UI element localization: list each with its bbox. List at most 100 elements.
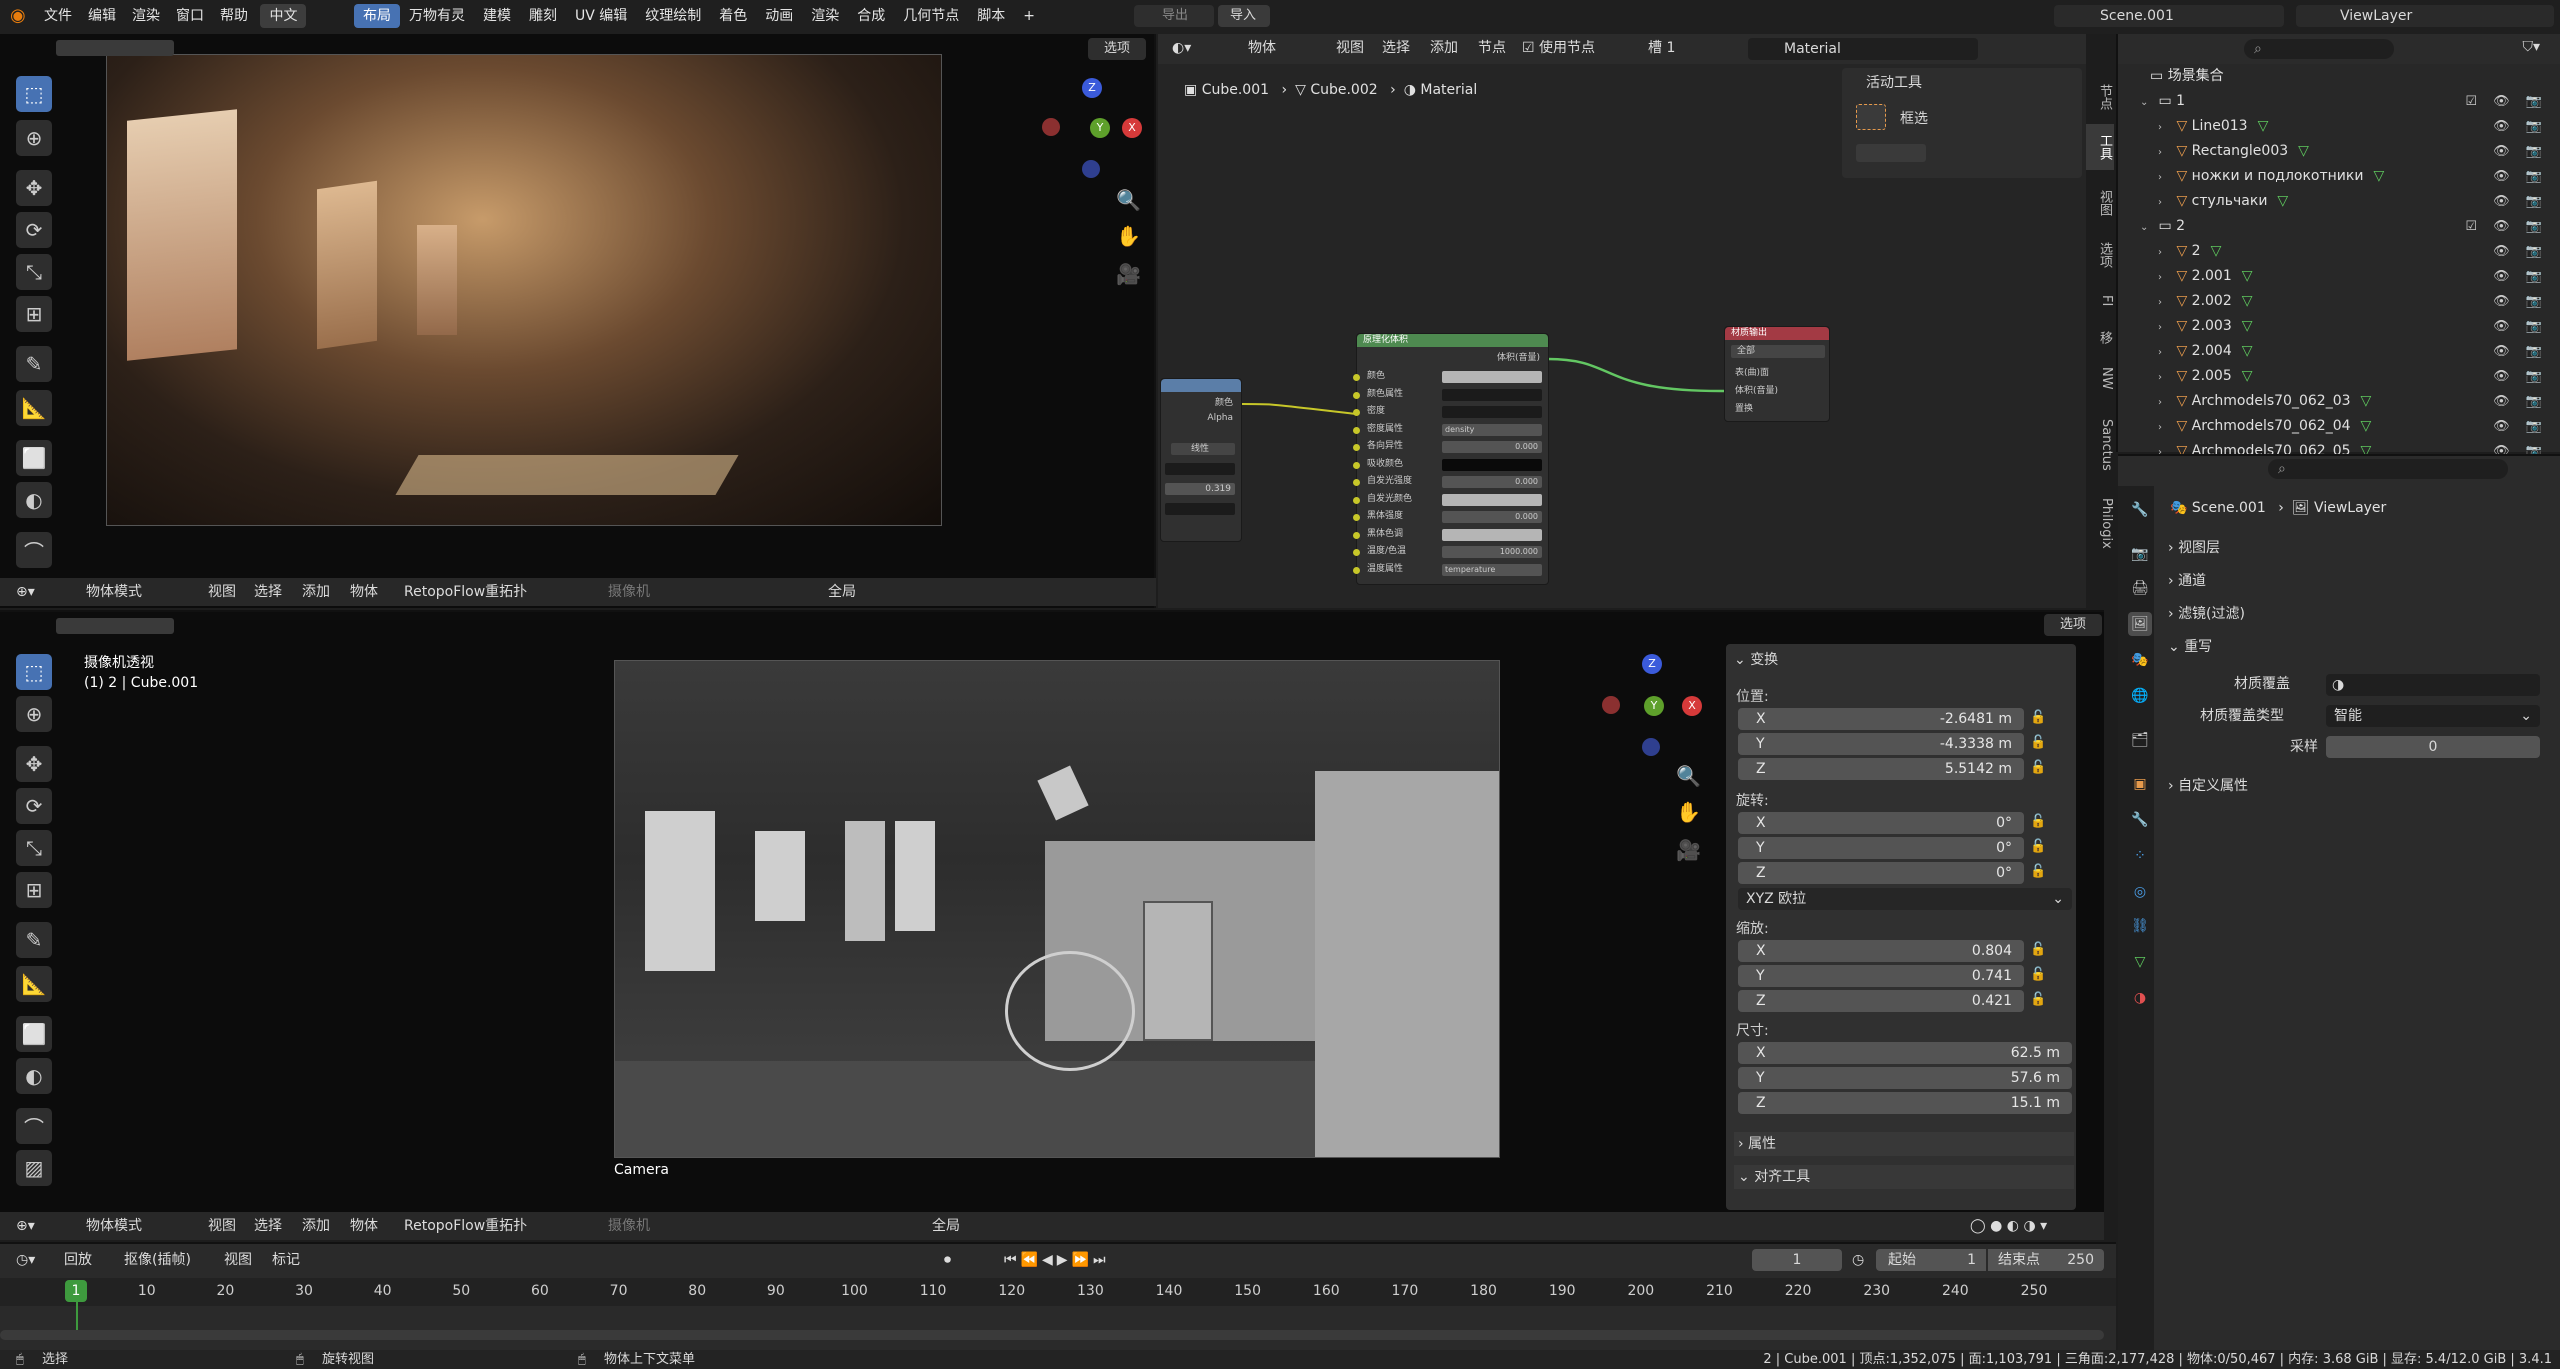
menu-add[interactable]: 添加 — [302, 1212, 330, 1240]
menu-file[interactable]: 文件 — [36, 4, 80, 28]
samples-field[interactable]: 0 — [2326, 736, 2540, 758]
input-socket-icon[interactable] — [1353, 496, 1360, 504]
outliner-row[interactable]: ⌄ ▭ 1 ☑ 👁 📷 — [2118, 89, 2558, 114]
mesh-data-icon[interactable]: ▽ — [2242, 293, 2253, 309]
tab-uv[interactable]: UV 编辑 — [566, 4, 636, 28]
tab-tool[interactable]: 工具 — [2086, 124, 2114, 170]
collection-icon[interactable]: 🗂 — [2128, 728, 2152, 752]
playback-controls[interactable]: ⏮⏪◀▶⏩⏭ — [1004, 1246, 1110, 1274]
expand-toggle-icon[interactable]: › — [2158, 390, 2172, 415]
menu-window[interactable]: 窗口 — [168, 4, 212, 28]
outliner-row[interactable]: › ▽ 2.004 ▽ 👁 📷 — [2118, 339, 2558, 364]
outliner-row[interactable]: › ▽ 2.002 ▽ 👁 📷 — [2118, 289, 2558, 314]
image-tool-icon[interactable]: ▨ — [16, 1150, 52, 1186]
select-mode-icons[interactable] — [56, 40, 174, 56]
axis-neg-z-icon[interactable] — [1082, 160, 1100, 178]
visibility-toggle-icon[interactable]: 👁 📷 — [2493, 339, 2548, 364]
input-socket-icon[interactable] — [1353, 461, 1360, 469]
curve-tool-icon[interactable]: ⌒ — [16, 532, 52, 568]
volume-input-field[interactable]: 0.000 — [1442, 511, 1542, 523]
physics-icon[interactable]: ◎ — [2128, 880, 2152, 904]
dims-y-field[interactable]: Y 57.6 m — [1738, 1067, 2072, 1089]
tab-sanctus[interactable]: Sanctus — [2086, 410, 2114, 480]
section-custom-props[interactable]: › 自定义属性 — [2168, 774, 2248, 798]
tool-icon[interactable]: 🔧 — [2128, 498, 2152, 522]
input-socket-icon[interactable] — [1353, 391, 1360, 399]
constraints-icon[interactable]: ⛓ — [2128, 914, 2152, 938]
sculpt-tool-icon[interactable]: ◐ — [16, 482, 52, 518]
editor-type-icon[interactable]: ⊕▾ — [16, 578, 35, 606]
node-image[interactable]: 颜色 Alpha 线性 0.319 — [1160, 378, 1242, 542]
node-field[interactable] — [1165, 463, 1235, 475]
menu-object[interactable]: 物体 — [350, 578, 378, 606]
tab-layout[interactable]: 布局 — [354, 4, 400, 28]
menu-view[interactable]: 视图 — [208, 578, 236, 606]
tab-animation[interactable]: 动画 — [756, 4, 802, 28]
scene-icon[interactable]: 🎭 — [2128, 648, 2152, 672]
outliner-root[interactable]: ▭ 场景集合 — [2118, 64, 2558, 89]
mesh-data-icon[interactable]: ▽ — [2211, 243, 2222, 259]
lock-icon[interactable]: 🔓 — [2030, 942, 2046, 957]
current-frame-field[interactable]: 1 — [1752, 1249, 1842, 1271]
dims-z-field[interactable]: Z 15.1 m — [1738, 1092, 2072, 1114]
rotation-mode-select[interactable]: XYZ 欧拉 ⌄ — [1738, 888, 2072, 910]
tab-wanwu[interactable]: 万物有灵 — [400, 4, 474, 28]
scale-z-field[interactable]: Z 0.421 — [1738, 990, 2024, 1012]
expand-toggle-icon[interactable]: › — [2158, 140, 2172, 165]
transform-orientation[interactable]: 全局 — [828, 578, 856, 606]
end-frame-field[interactable]: 结束点 250 — [1988, 1249, 2104, 1271]
language-badge[interactable]: 中文 — [260, 4, 307, 28]
editor-type-icon[interactable]: ◷▾ — [16, 1246, 35, 1274]
move-tool-icon[interactable]: ✥ — [16, 170, 52, 206]
tab-modeling[interactable]: 建模 — [474, 4, 520, 28]
outliner-row[interactable]: ⌄ ▭ 2 ☑ 👁 📷 — [2118, 214, 2558, 239]
clock-icon[interactable]: ◷ — [1852, 1246, 1864, 1274]
volume-input-field[interactable] — [1442, 371, 1542, 383]
output-icon[interactable]: 🖨 — [2128, 576, 2152, 600]
mesh-data-icon[interactable]: ▽ — [2373, 168, 2384, 184]
properties-search[interactable]: ⌕ — [2268, 459, 2508, 479]
outliner-row[interactable]: › ▽ Rectangle003 ▽ 👁 📷 — [2118, 139, 2558, 164]
target-select[interactable]: 全部 — [1731, 345, 1825, 358]
select-box-tool-icon[interactable]: ⬚ — [16, 654, 52, 690]
rotation-y-field[interactable]: Y 0° — [1738, 837, 2024, 859]
scale-tool-icon[interactable]: ⤡ — [16, 830, 52, 866]
expand-toggle-icon[interactable]: › — [2158, 240, 2172, 265]
menu-select[interactable]: 选择 — [254, 1212, 282, 1240]
add-cube-tool-icon[interactable]: ⬜ — [16, 1016, 52, 1052]
scale-y-field[interactable]: Y 0.741 — [1738, 965, 2024, 987]
object-icon[interactable]: ▣ — [2128, 772, 2152, 796]
menu-marker[interactable]: 标记 — [272, 1246, 300, 1274]
lock-icon[interactable]: 🔓 — [2030, 735, 2046, 750]
properties-panel-header[interactable]: › 属性 — [1734, 1132, 2074, 1156]
menu-select[interactable]: 选择 — [254, 578, 282, 606]
cursor-tool-icon[interactable]: ⊕ — [16, 120, 52, 156]
axis-x-icon[interactable]: X — [1682, 696, 1702, 716]
expand-toggle-icon[interactable]: › — [2158, 190, 2172, 215]
menu-help[interactable]: 帮助 — [212, 4, 256, 28]
particles-icon[interactable]: ⁘ — [2128, 844, 2152, 868]
mesh-data-icon[interactable]: ▽ — [2242, 343, 2253, 359]
visibility-toggle-icon[interactable]: 👁 📷 — [2493, 364, 2548, 389]
override-type-select[interactable]: 智能 ⌄ — [2326, 705, 2540, 727]
mesh-data-icon[interactable]: ▽ — [2242, 368, 2253, 384]
cursor-tool-icon[interactable]: ⊕ — [16, 696, 52, 732]
volume-input-field[interactable] — [1442, 406, 1542, 418]
location-z-field[interactable]: Z 5.5142 m — [1738, 758, 2024, 780]
tab-fi[interactable]: FI — [2086, 286, 2114, 316]
input-socket-icon[interactable] — [1353, 444, 1360, 451]
interpolation-select[interactable]: 线性 — [1171, 443, 1235, 455]
visibility-toggle-icon[interactable]: 👁 📷 — [2493, 164, 2548, 189]
align-panel-header[interactable]: ⌄ 对齐工具 — [1734, 1165, 2074, 1189]
rotation-z-field[interactable]: Z 0° — [1738, 862, 2024, 884]
lock-icon[interactable]: 🔓 — [2030, 839, 2046, 854]
camera-view-icon[interactable]: 🎥 — [1116, 262, 1141, 286]
measure-tool-icon[interactable]: 📐 — [16, 390, 52, 426]
view-layer-icon[interactable]: 🖼 — [2128, 612, 2152, 636]
rotate-tool-icon[interactable]: ⟳ — [16, 212, 52, 248]
tab-node[interactable]: 节点 — [2086, 74, 2114, 120]
tab-rendering[interactable]: 渲染 — [802, 4, 848, 28]
tab-nw[interactable]: NW — [2086, 360, 2114, 396]
data-icon[interactable]: ▽ — [2128, 950, 2152, 974]
visibility-toggle-icon[interactable]: 👁 📷 — [2493, 264, 2548, 289]
